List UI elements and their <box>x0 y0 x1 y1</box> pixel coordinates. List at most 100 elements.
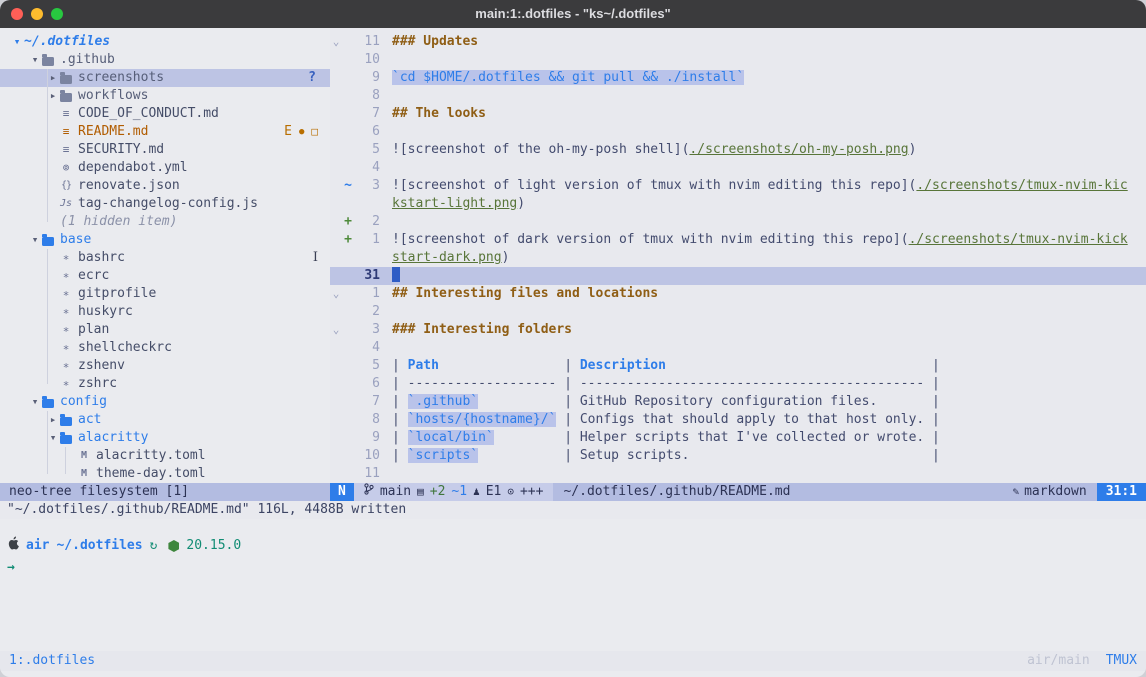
tree-item-config[interactable]: ▾config <box>0 393 330 411</box>
text-cursor: I <box>313 249 318 267</box>
editor-line[interactable]: 8 <box>330 87 1146 105</box>
editor-line[interactable]: ~3![screenshot of light version of tmux … <box>330 177 1146 195</box>
editor-line[interactable]: 7## The looks <box>330 105 1146 123</box>
tree-item-label: zshrc <box>78 375 117 393</box>
editor-line[interactable]: 6| ------------------- | ---------------… <box>330 375 1146 393</box>
editor-line[interactable]: 11 <box>330 465 1146 483</box>
plugins-count: +++ <box>520 483 543 501</box>
tree-item-gitprofile[interactable]: ∗gitprofile <box>0 285 330 303</box>
tree-item-act[interactable]: ▸act <box>0 411 330 429</box>
mode-indicator: N <box>330 483 354 501</box>
sign-column <box>342 393 354 411</box>
tree-item-zshenv[interactable]: ∗zshenv <box>0 357 330 375</box>
tree-item-dependabot-yml[interactable]: ⊚dependabot.yml <box>0 159 330 177</box>
line-number: 5 <box>354 357 380 375</box>
line-text: | `hosts/{hostname}/` | Configs that sho… <box>392 411 1146 429</box>
tree-item-alacritty[interactable]: ▾alacritty <box>0 429 330 447</box>
tree-item-plan[interactable]: ∗plan <box>0 321 330 339</box>
sign-column <box>342 447 354 465</box>
editor-line[interactable]: 31 <box>330 267 1146 285</box>
tree-item-tag-changelog-config-js[interactable]: Jstag-changelog-config.js <box>0 195 330 213</box>
prompt-cwd: ~/.dotfiles <box>56 537 142 555</box>
tree-item-alacritty-toml[interactable]: Malacritty.toml <box>0 447 330 465</box>
chevron-right-icon[interactable]: ▸ <box>46 411 60 429</box>
tree-item-huskyrc[interactable]: ∗huskyrc <box>0 303 330 321</box>
tree-item-dotfiles[interactable]: ▾~/.dotfiles <box>0 33 330 51</box>
chevron-down-icon[interactable]: ▾ <box>46 429 60 447</box>
editor-line[interactable]: 5| Path | Description | <box>330 357 1146 375</box>
tree-item-security-md[interactable]: ≡SECURITY.md <box>0 141 330 159</box>
editor-line[interactable]: ⌄3### Interesting folders <box>330 321 1146 339</box>
editor-line[interactable]: 10| `scripts` | Setup scripts. | <box>330 447 1146 465</box>
tree-item-label: gitprofile <box>78 285 156 303</box>
editor-line[interactable]: +1![screenshot of dark version of tmux w… <box>330 231 1146 249</box>
statusline-filler <box>800 483 1002 501</box>
tree-item-screenshots[interactable]: ▸screenshots? <box>0 69 330 87</box>
sign-column <box>342 429 354 447</box>
editor-line[interactable]: kstart-light.png) <box>330 195 1146 213</box>
git-segment: main ▤ +2 ~1 ♟ E1 ⊙ +++ <box>354 483 554 501</box>
diagnostics-icon: ♟ <box>473 483 480 501</box>
tree-item-1-hidden-item[interactable]: (1 hidden item) <box>0 213 330 231</box>
zoom-button[interactable] <box>51 8 63 20</box>
editor-line[interactable]: 2 <box>330 303 1146 321</box>
line-text: ![screenshot of light version of tmux wi… <box>392 177 1146 195</box>
minimize-button[interactable] <box>31 8 43 20</box>
fold-open-icon[interactable]: ⌄ <box>330 321 342 339</box>
editor-line[interactable]: 8| `hosts/{hostname}/` | Configs that sh… <box>330 411 1146 429</box>
chevron-right-icon[interactable]: ▸ <box>46 69 60 87</box>
line-number: 2 <box>354 303 380 321</box>
line-text: | `local/bin` | Helper scripts that I've… <box>392 429 1146 447</box>
tree-item-github[interactable]: ▾.github <box>0 51 330 69</box>
line-text <box>392 87 1146 105</box>
editor-line[interactable]: start-dark.png) <box>330 249 1146 267</box>
editor-line[interactable]: +2 <box>330 213 1146 231</box>
tree-item-shellcheckrc[interactable]: ∗shellcheckrc <box>0 339 330 357</box>
tree-indent-guide <box>65 447 66 474</box>
tmux-statusbar: 1:.dotfiles air/main TMUX <box>0 651 1146 671</box>
editor-line[interactable]: 9`cd $HOME/.dotfiles && git pull && ./in… <box>330 69 1146 87</box>
chevron-down-icon[interactable]: ▾ <box>28 231 42 249</box>
tree-item-label: tag-changelog-config.js <box>78 195 258 213</box>
shell-file-icon: ∗ <box>60 267 72 285</box>
tree-item-base[interactable]: ▾base <box>0 231 330 249</box>
tree-item-label: dependabot.yml <box>78 159 188 177</box>
text-segment: ## Interesting files and locations <box>392 286 658 301</box>
shell-input-line[interactable]: → <box>7 559 1146 577</box>
tree-item-readme-md[interactable]: ≡README.mdE●□ <box>0 123 330 141</box>
chevron-down-icon[interactable]: ▾ <box>10 33 24 51</box>
fold-open-icon[interactable]: ⌄ <box>330 285 342 303</box>
window-titlebar: main:1:.dotfiles - "ks~/.dotfiles" <box>0 0 1146 28</box>
sign-column <box>342 195 354 213</box>
neotree-statusline: neo-tree filesystem [1] <box>0 483 330 501</box>
editor-line[interactable]: 9| `local/bin` | Helper scripts that I'v… <box>330 429 1146 447</box>
file-status-marks: E●□ <box>284 123 318 141</box>
tree-item-bashrc[interactable]: ∗bashrcI <box>0 249 330 267</box>
tmux-window-label[interactable]: 1:.dotfiles <box>9 651 95 671</box>
tree-item-code-of-conduct-md[interactable]: ≡CODE_OF_CONDUCT.md <box>0 105 330 123</box>
fold-open-icon[interactable]: ⌄ <box>330 33 342 51</box>
filetype-segment: ✎ markdown <box>1002 483 1096 501</box>
editor-line[interactable]: 6 <box>330 123 1146 141</box>
tree-item-renovate-json[interactable]: {}renovate.json <box>0 177 330 195</box>
editor-line[interactable]: 10 <box>330 51 1146 69</box>
editor-line[interactable]: 4 <box>330 159 1146 177</box>
line-text <box>392 339 1146 357</box>
tree-item-zshrc[interactable]: ∗zshrc <box>0 375 330 393</box>
tree-item-theme-day-toml[interactable]: Mtheme-day.toml <box>0 465 330 483</box>
chevron-down-icon[interactable]: ▾ <box>28 51 42 69</box>
tree-item-ecrc[interactable]: ∗ecrc <box>0 267 330 285</box>
chevron-down-icon[interactable]: ▾ <box>28 393 42 411</box>
close-button[interactable] <box>11 8 23 20</box>
tree-item-workflows[interactable]: ▸workflows <box>0 87 330 105</box>
editor-line[interactable]: ⌄1## Interesting files and locations <box>330 285 1146 303</box>
editor-line[interactable]: 7| `.github` | GitHub Repository configu… <box>330 393 1146 411</box>
line-text: start-dark.png) <box>392 249 1146 267</box>
editor-line[interactable]: ⌄11### Updates <box>330 33 1146 51</box>
editor-line[interactable]: 4 <box>330 339 1146 357</box>
diagnostics-count: E1 <box>486 483 502 501</box>
fold-column <box>330 249 342 267</box>
editor-line[interactable]: 5![screenshot of the oh-my-posh shell](.… <box>330 141 1146 159</box>
chevron-right-icon[interactable]: ▸ <box>46 87 60 105</box>
filetype-label: markdown <box>1024 483 1087 501</box>
